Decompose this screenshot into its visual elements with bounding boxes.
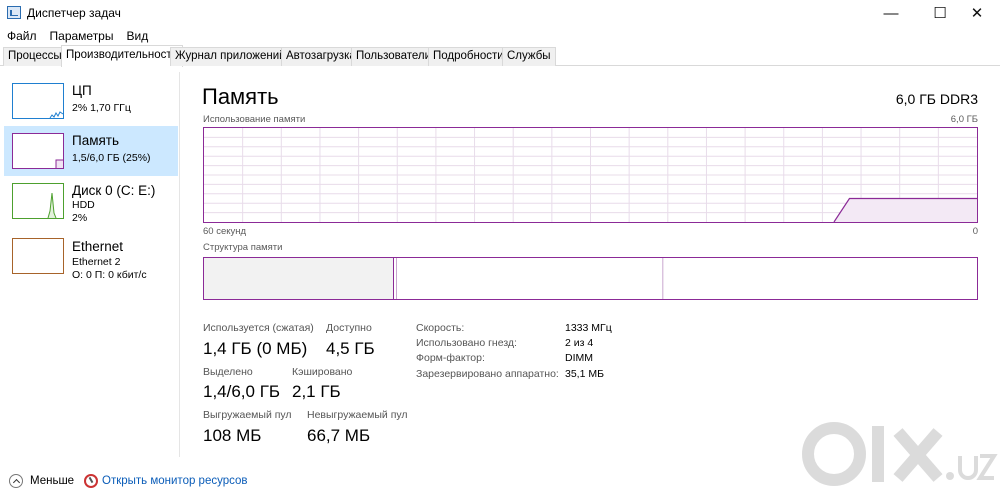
task-manager-icon xyxy=(7,6,21,19)
sidebar-item-title: Диск 0 (C: E:) xyxy=(72,183,156,198)
paged-pool-label: Выгружаемый пул xyxy=(203,409,292,421)
structure-label: Структура памяти xyxy=(203,242,283,253)
sidebar-item-cpu[interactable]: ЦП 2% 1,70 ГГц xyxy=(4,76,178,126)
menu-file[interactable]: Файл xyxy=(0,29,43,43)
tab-strip: Процессы Производительность Журнал прило… xyxy=(0,45,1000,67)
detail-label-form-factor: Форм-фактор: xyxy=(416,352,485,364)
detail-value-reserved: 35,1 МБ xyxy=(565,368,604,380)
usage-graph-label: Использование памяти xyxy=(203,114,306,125)
available-label: Доступно xyxy=(326,322,372,334)
tab-performance[interactable]: Производительность xyxy=(61,45,183,67)
detail-value-speed: 1333 МГц xyxy=(565,322,612,334)
menu-view[interactable]: Вид xyxy=(119,29,154,43)
menu-options[interactable]: Параметры xyxy=(43,29,120,43)
in-use-label: Используется (сжатая) xyxy=(203,322,314,334)
fewer-details-button[interactable]: Меньше xyxy=(30,475,74,487)
footer: Меньше Открыть монитор ресурсов xyxy=(0,470,1000,492)
cached-label: Кэшировано xyxy=(292,366,353,378)
sidebar-item-sub: 1,5/6,0 ГБ (25%) xyxy=(72,152,151,164)
sidebar-item-disk[interactable]: Диск 0 (C: E:) HDD 2% xyxy=(4,176,178,226)
nonpaged-pool-label: Невыгружаемый пул xyxy=(307,409,408,421)
chevron-up-icon[interactable] xyxy=(9,474,23,488)
resource-monitor-icon xyxy=(84,474,98,488)
tab-app-history[interactable]: Журнал приложений xyxy=(170,47,291,66)
cached-value: 2,1 ГБ xyxy=(292,382,341,401)
window-title: Диспетчер задач xyxy=(27,6,121,20)
time-axis-left: 60 секунд xyxy=(203,226,247,237)
sidebar-item-sub: 2% 1,70 ГГц xyxy=(72,102,131,114)
memory-mini-graph xyxy=(12,133,64,169)
detail-label-slots: Использовано гнезд: xyxy=(416,337,517,349)
tab-details[interactable]: Подробности xyxy=(428,47,509,66)
close-button[interactable]: ✕ xyxy=(954,0,1000,26)
tab-users[interactable]: Пользователи xyxy=(351,47,437,66)
title-bar: Диспетчер задач — ☐ ✕ xyxy=(0,0,1000,26)
usage-graph-max: 6,0 ГБ xyxy=(950,114,978,125)
sidebar-item-memory[interactable]: Память 1,5/6,0 ГБ (25%) xyxy=(4,126,178,176)
detail-label-reserved: Зарезервировано аппаратно: xyxy=(416,368,559,380)
in-use-value: 1,4 ГБ (0 МБ) xyxy=(203,339,308,358)
sidebar-item-title: Память xyxy=(72,133,120,148)
memory-structure-bar xyxy=(203,257,978,300)
sidebar-item-title: Ethernet xyxy=(72,239,124,254)
committed-label: Выделено xyxy=(203,366,253,378)
disk-mini-graph xyxy=(12,183,64,219)
memory-spec: 6,0 ГБ DDR3 xyxy=(895,91,978,107)
structure-in-use xyxy=(204,258,394,299)
ethernet-mini-graph xyxy=(12,238,64,274)
memory-usage-graph xyxy=(203,127,978,223)
page-title: Память xyxy=(202,84,279,109)
detail-value-slots: 2 из 4 xyxy=(565,337,594,349)
sidebar-item-sub: Ethernet 2 xyxy=(72,256,121,268)
time-axis-right: 0 xyxy=(972,226,978,237)
available-value: 4,5 ГБ xyxy=(326,339,375,358)
sidebar-item-ethernet[interactable]: Ethernet Ethernet 2 О: 0 П: 0 кбит/с xyxy=(4,231,178,281)
usage-graph-area xyxy=(833,198,977,222)
nonpaged-pool-value: 66,7 МБ xyxy=(307,426,371,445)
paged-pool-value: 108 МБ xyxy=(203,426,262,445)
detail-value-form-factor: DIMM xyxy=(565,352,593,364)
resource-sidebar: ЦП 2% 1,70 ГГц Память 1,5/6,0 ГБ (25%) Д… xyxy=(0,72,180,457)
tab-startup[interactable]: Автозагрузка xyxy=(281,47,361,66)
tab-services[interactable]: Службы xyxy=(502,47,556,66)
sidebar-item-title: ЦП xyxy=(72,83,92,98)
detail-label-speed: Скорость: xyxy=(416,322,465,334)
committed-value: 1,4/6,0 ГБ xyxy=(203,382,281,401)
menu-bar: Файл Параметры Вид xyxy=(0,26,154,45)
sidebar-item-sub: HDD xyxy=(72,199,95,211)
open-resource-monitor-link[interactable]: Открыть монитор ресурсов xyxy=(102,475,248,487)
sidebar-item-sub-2: О: 0 П: 0 кбит/с xyxy=(72,269,147,281)
cpu-mini-graph xyxy=(12,83,64,119)
tab-processes[interactable]: Процессы xyxy=(3,47,67,66)
sidebar-item-sub-2: 2% xyxy=(72,212,88,224)
minimize-button[interactable]: — xyxy=(868,0,914,26)
